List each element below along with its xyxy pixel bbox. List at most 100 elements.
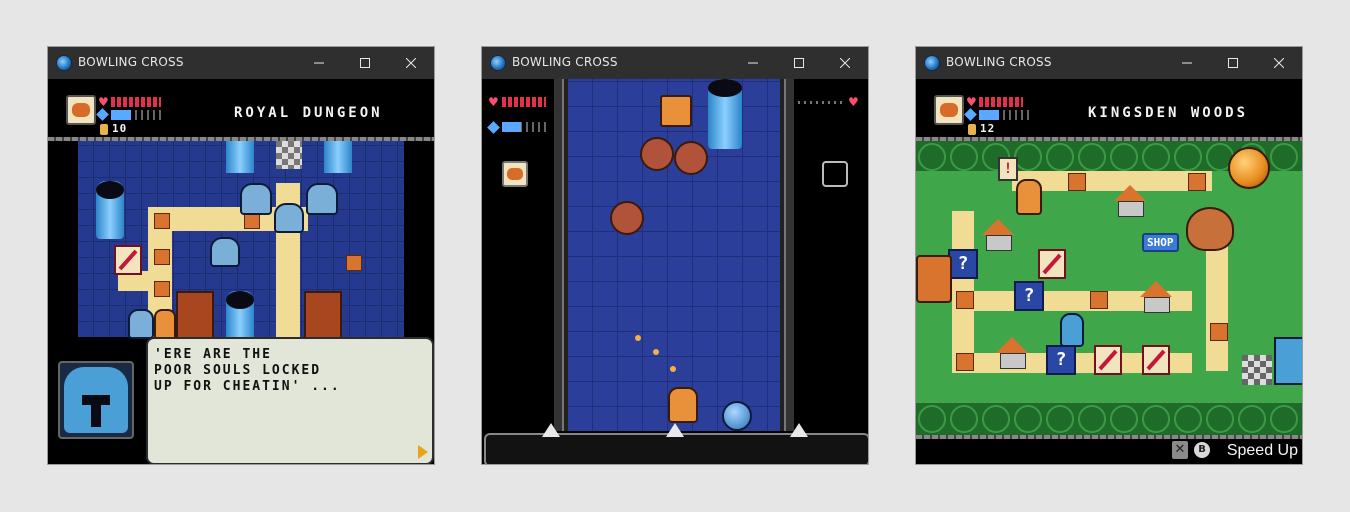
mystery-block: ? (948, 249, 978, 279)
mana-bar (979, 110, 1029, 120)
minimize-button[interactable] (730, 47, 776, 79)
maximize-icon (1228, 58, 1238, 68)
lane-arrow-left-icon[interactable] (542, 423, 560, 437)
bottom-rail (484, 433, 868, 464)
window-title: BOWLING CROSS (512, 55, 618, 69)
minimize-button[interactable] (296, 47, 342, 79)
window-title: BOWLING CROSS (78, 55, 184, 69)
bowling-ball-icon (57, 56, 71, 70)
player-character (154, 309, 176, 339)
alert-bubble: ! (998, 157, 1018, 181)
game-viewport[interactable]: ♥ 10 ROYAL DUNGEON 'ERE ARE THE POOR SOU… (48, 79, 434, 464)
maximize-icon (360, 58, 370, 68)
coin-icon (968, 124, 976, 135)
close-button[interactable] (1256, 47, 1302, 79)
armored-guard (210, 237, 240, 267)
spark (635, 335, 641, 341)
guard-escort (128, 309, 154, 339)
coin-count: 12 (980, 122, 996, 135)
board-tile (1210, 323, 1228, 341)
maximize-button[interactable] (342, 47, 388, 79)
heart-icon: ♥ (488, 95, 499, 109)
goblin-enemy (674, 141, 708, 175)
dialog-text: 'ERE ARE THE POOR SOULS LOCKED UP FOR CH… (154, 347, 341, 394)
heart-icon: ♥ (848, 95, 859, 109)
player-character (668, 387, 698, 423)
house-roof (982, 219, 1014, 235)
board-tile (154, 213, 170, 229)
house (1000, 353, 1026, 369)
board-tile (1188, 173, 1206, 191)
dungeon-floor (78, 141, 404, 341)
mystery-block: ? (1014, 281, 1044, 311)
dialog-box[interactable]: 'ERE ARE THE POOR SOULS LOCKED UP FOR CH… (146, 337, 434, 464)
dock-building (1274, 337, 1302, 385)
health-bar (979, 97, 1023, 107)
game-window-kingsden-woods: BOWLING CROSS ♥ 12 KINGSDEN WOODS ? ? ? … (916, 47, 1302, 464)
sword-card (1094, 345, 1122, 375)
giant-boss (1186, 207, 1234, 251)
minimize-icon (314, 62, 324, 64)
bowling-ball (722, 401, 752, 431)
location-name: KINGSDEN WOODS (1088, 105, 1249, 121)
board-tile (956, 291, 974, 309)
lava-cell (304, 291, 342, 341)
mana-icon (964, 108, 977, 121)
title-bar[interactable]: BOWLING CROSS (916, 47, 1302, 79)
player-portrait (934, 95, 964, 125)
pillar (226, 291, 254, 337)
title-bar[interactable]: BOWLING CROSS (48, 47, 434, 79)
mystery-block: ? (1046, 345, 1076, 375)
maximize-icon (794, 58, 804, 68)
player-character (1060, 313, 1084, 347)
coin-count: 10 (112, 122, 128, 135)
sword-card (1038, 249, 1066, 279)
minimize-icon (1182, 62, 1192, 64)
board-tile (1068, 173, 1086, 191)
board-tile (956, 353, 974, 371)
title-bar[interactable]: BOWLING CROSS (482, 47, 868, 79)
health-bar (502, 97, 546, 107)
shrine (916, 255, 952, 303)
health-bar (111, 97, 161, 107)
game-window-lane: BOWLING CROSS ♥ ♥ (482, 47, 868, 464)
maximize-button[interactable] (776, 47, 822, 79)
game-window-royal-dungeon: BOWLING CROSS ♥ 10 ROYAL DUNGEON 'ERE AR… (48, 47, 434, 464)
goblin-enemy (610, 201, 644, 235)
sword-card (114, 245, 142, 275)
heart-icon: ♥ (98, 95, 109, 109)
mana-bar (111, 110, 161, 120)
opponent-health-bar (798, 101, 846, 104)
minimize-icon (748, 62, 758, 64)
game-viewport[interactable]: ♥ ♥ (482, 79, 868, 464)
player-portrait (502, 161, 528, 187)
speaker-portrait (58, 361, 134, 439)
lane-arrow-center-icon[interactable] (666, 423, 684, 437)
tree-row (916, 403, 1302, 435)
npc-villager (1016, 179, 1042, 215)
player-portrait (66, 95, 96, 125)
maximize-button[interactable] (1210, 47, 1256, 79)
window-title: BOWLING CROSS (946, 55, 1052, 69)
game-viewport[interactable]: ♥ 12 KINGSDEN WOODS ? ? ? SHOP ! ✕ B Spe… (916, 79, 1302, 464)
x-button-icon: ✕ (1172, 441, 1188, 459)
lane-arrow-right-icon[interactable] (790, 423, 808, 437)
minimize-button[interactable] (1164, 47, 1210, 79)
house (1144, 297, 1170, 313)
bowling-ball-icon (925, 56, 939, 70)
mana-bar (502, 122, 550, 132)
close-button[interactable] (822, 47, 868, 79)
goal-checker-tile (1242, 355, 1272, 385)
speed-up-hint[interactable]: Speed Up (1227, 442, 1298, 460)
close-button[interactable] (388, 47, 434, 79)
spark (670, 366, 676, 372)
heart-icon: ♥ (966, 95, 977, 109)
shop-sign[interactable]: SHOP (1142, 233, 1179, 252)
golden-bowling-ball (1228, 147, 1270, 189)
sword-card (1142, 345, 1170, 375)
lava-cell (176, 291, 214, 341)
bowling-ball-icon (491, 56, 505, 70)
advance-arrow-icon[interactable] (418, 445, 428, 459)
board-tile (1090, 291, 1108, 309)
close-icon (840, 58, 850, 68)
